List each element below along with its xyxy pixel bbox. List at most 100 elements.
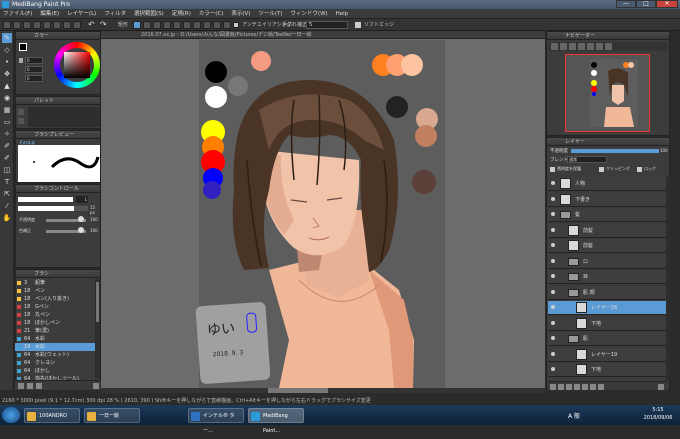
- layer-up-icon[interactable]: [590, 384, 596, 390]
- lock-checkbox[interactable]: [637, 167, 642, 172]
- text-tool-icon[interactable]: T: [2, 177, 12, 187]
- bucket-tool-icon[interactable]: ◉: [2, 93, 12, 103]
- layer-folder-row[interactable]: 肌: [548, 332, 668, 346]
- fit-icon[interactable]: [569, 43, 576, 50]
- visibility-eye-icon[interactable]: [551, 258, 555, 263]
- menu-tool[interactable]: ツール(T): [255, 9, 285, 19]
- menu-view[interactable]: 表示(V): [228, 9, 253, 19]
- navigator-preview[interactable]: [565, 54, 650, 132]
- visibility-eye-icon[interactable]: [551, 243, 555, 247]
- save-icon[interactable]: [23, 21, 31, 29]
- flip-icon[interactable]: [605, 43, 612, 50]
- layer-row[interactable]: 前髪: [548, 239, 668, 253]
- select-eraser-icon[interactable]: ✐: [2, 153, 12, 163]
- transform-icon[interactable]: [73, 21, 81, 29]
- close-button[interactable]: ✕: [656, 0, 678, 8]
- cloud-icon[interactable]: [33, 21, 41, 29]
- brush-item[interactable]: 18 ペン(入り抜き): [15, 295, 95, 303]
- brush-smooth-handle[interactable]: [78, 227, 84, 233]
- layer-row[interactable]: レイヤー26: [548, 301, 668, 315]
- h-input[interactable]: 0: [25, 57, 43, 64]
- soft-edge-checkbox[interactable]: [355, 22, 361, 28]
- layer-row[interactable]: 前髪: [548, 223, 668, 238]
- layer-row[interactable]: レイヤー19: [548, 347, 668, 362]
- palette-add-icon[interactable]: [18, 109, 24, 115]
- brush-delete-icon[interactable]: [93, 383, 99, 389]
- minimize-button[interactable]: —: [616, 0, 636, 8]
- layer-list-scrollbar[interactable]: [666, 177, 670, 380]
- taskbar-item-ichinichi[interactable]: 一日一絵: [84, 408, 140, 423]
- layer-opacity-slider[interactable]: [571, 149, 659, 153]
- blend-select[interactable]: 通常: [567, 156, 607, 163]
- correction-select[interactable]: 5: [306, 21, 348, 29]
- visibility-eye-icon[interactable]: [551, 196, 555, 201]
- new-folder-icon[interactable]: [566, 384, 572, 390]
- delete-layer-icon[interactable]: [658, 384, 664, 390]
- brush-list-scroll-thumb[interactable]: [96, 282, 99, 322]
- merge-down-icon[interactable]: [582, 384, 588, 390]
- brush-item[interactable]: 18 ペン: [15, 287, 95, 295]
- duplicate-layer-icon[interactable]: [574, 384, 580, 390]
- redo-icon[interactable]: ↷: [100, 21, 107, 29]
- menu-file[interactable]: ファイル(F): [0, 9, 35, 19]
- start-button[interactable]: [2, 407, 20, 423]
- clipping-checkbox[interactable]: [599, 167, 604, 172]
- visibility-eye-icon[interactable]: [551, 305, 555, 309]
- brush-tool-icon[interactable]: ✎: [2, 33, 12, 43]
- layer-row[interactable]: 下書き: [548, 192, 668, 207]
- open-file-icon[interactable]: [13, 21, 21, 29]
- eraser-tool-icon[interactable]: ◇: [2, 45, 12, 55]
- brush-item[interactable]: 18 ぼかしペン: [15, 319, 95, 327]
- menu-window[interactable]: ウィンドウ(W): [287, 9, 330, 19]
- visibility-eye-icon[interactable]: [551, 274, 555, 278]
- brush-size-value[interactable]: 1: [76, 196, 88, 203]
- snap-parallel-icon[interactable]: [223, 21, 231, 29]
- snap-icon[interactable]: [203, 21, 211, 29]
- sv-square[interactable]: [64, 52, 90, 78]
- brush-cloud-icon[interactable]: [36, 383, 42, 389]
- divide-tool-icon[interactable]: ◫: [2, 165, 12, 175]
- layer-row[interactable]: 下地: [548, 363, 668, 377]
- dot-tool-icon[interactable]: •: [2, 57, 12, 67]
- layer-down-icon[interactable]: [598, 384, 604, 390]
- layer-folder-row[interactable]: 肌 顔: [548, 285, 668, 300]
- ime-indicator[interactable]: A 般: [568, 411, 580, 420]
- layer-folder-row[interactable]: ロ: [548, 254, 668, 269]
- visibility-eye-icon[interactable]: [551, 181, 555, 185]
- lasso-icon[interactable]: [143, 21, 151, 29]
- eraser-mode-icon[interactable]: [163, 21, 171, 29]
- visibility-eye-icon[interactable]: [551, 212, 555, 216]
- layer-row[interactable]: 人物: [548, 177, 668, 191]
- brush-size-slider[interactable]: [18, 197, 73, 202]
- brush-item[interactable]: 18 丸ペン: [15, 311, 95, 319]
- clock-time[interactable]: 5:15: [640, 407, 676, 413]
- layer-row[interactable]: 下地: [548, 316, 668, 331]
- visibility-eye-icon[interactable]: [551, 336, 555, 340]
- brush-item[interactable]: 64 水彩: [15, 335, 95, 343]
- rotate-right-icon[interactable]: [596, 43, 603, 50]
- clock-date[interactable]: 2018/09/06: [640, 415, 676, 421]
- s-input[interactable]: 0: [25, 66, 43, 73]
- rect-select-icon[interactable]: [133, 21, 141, 29]
- brush-add-icon[interactable]: [18, 383, 24, 389]
- palette-area[interactable]: [28, 107, 100, 127]
- brush-item[interactable]: 18 Gペン: [15, 303, 95, 311]
- menu-help[interactable]: Help: [333, 9, 352, 19]
- magic-wand-icon[interactable]: ✧: [2, 129, 12, 139]
- brush-item[interactable]: 19 水彩: [15, 343, 95, 351]
- fill-tool-icon[interactable]: ▲: [2, 81, 12, 91]
- menu-color[interactable]: カラー(C): [196, 9, 227, 19]
- select-tool-icon[interactable]: ▭: [2, 117, 12, 127]
- brush-opacity-handle[interactable]: [78, 216, 84, 222]
- canvas-tab[interactable]: 2016.07.xx.jp - D:/Users/みんな/図書館/Picture…: [101, 31, 545, 39]
- visibility-eye-icon[interactable]: [551, 320, 555, 325]
- zoom-in-icon[interactable]: [551, 43, 558, 50]
- brush-item[interactable]: 21 筆(濃): [15, 327, 95, 335]
- snap-off-icon[interactable]: [213, 21, 221, 29]
- menu-select[interactable]: 選択範囲(S): [131, 9, 167, 19]
- visibility-eye-icon[interactable]: [551, 289, 555, 294]
- gradient-tool-icon[interactable]: ▦: [2, 105, 12, 115]
- brush-size-bar[interactable]: [18, 206, 88, 211]
- new-file-icon[interactable]: [3, 21, 11, 29]
- move-tool-icon[interactable]: ✥: [2, 69, 12, 79]
